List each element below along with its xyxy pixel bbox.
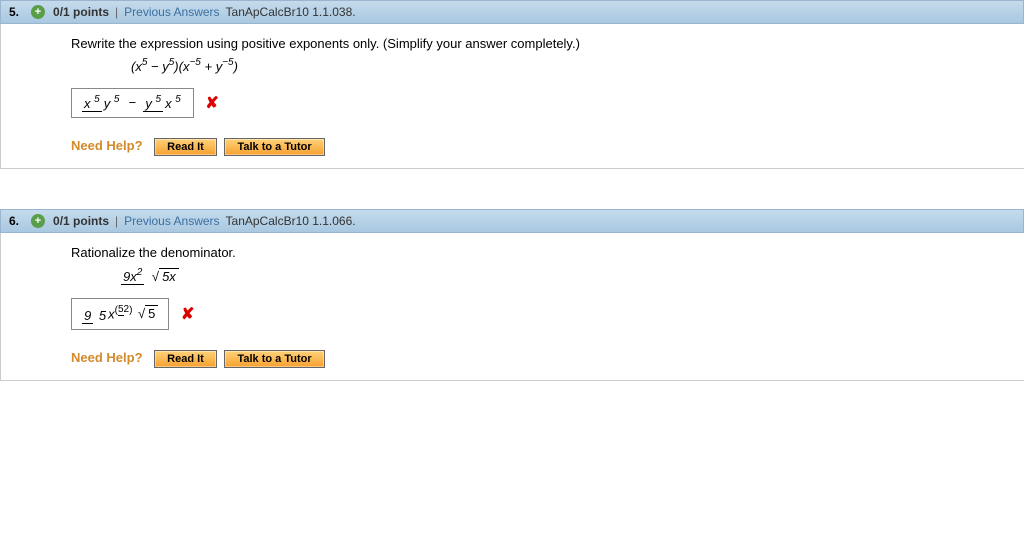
wrong-icon: ✘ xyxy=(181,306,194,323)
expression: (x5 − y5)(x−5 + y−5) xyxy=(131,59,974,74)
answer-box[interactable]: x 5y 5 − y 5x 5 xyxy=(71,88,194,118)
points-text: 0/1 points xyxy=(53,214,109,228)
talk-tutor-button[interactable]: Talk to a Tutor xyxy=(224,138,324,156)
need-help-label: Need Help? xyxy=(71,350,143,365)
separator: | xyxy=(115,214,118,228)
question-5: 5. + 0/1 points | Previous Answers TanAp… xyxy=(0,0,1024,169)
question-number: 5. xyxy=(9,5,19,19)
question-body: Rewrite the expression using positive ex… xyxy=(0,24,1024,169)
need-help-label: Need Help? xyxy=(71,138,143,153)
wrong-icon: ✘ xyxy=(205,95,218,112)
source-text: TanApCalcBr10 1.1.066. xyxy=(226,214,356,228)
expr-denominator: 5x xyxy=(148,269,181,284)
prompt-text: Rewrite the expression using positive ex… xyxy=(71,36,974,51)
expr-numerator: 9x2 xyxy=(121,269,144,285)
read-it-button[interactable]: Read It xyxy=(154,138,217,156)
question-body: Rationalize the denominator. 9x2 5x 9 5 … xyxy=(0,233,1024,380)
previous-answers-link[interactable]: Previous Answers xyxy=(124,214,219,228)
need-help-row: Need Help? Read It Talk to a Tutor xyxy=(71,138,974,156)
question-number: 6. xyxy=(9,214,19,228)
question-6: 6. + 0/1 points | Previous Answers TanAp… xyxy=(0,209,1024,380)
previous-answers-link[interactable]: Previous Answers xyxy=(124,5,219,19)
expand-icon[interactable]: + xyxy=(31,5,45,19)
answer-row: x 5y 5 − y 5x 5 ✘ xyxy=(71,88,974,118)
prompt-text: Rationalize the denominator. xyxy=(71,245,974,260)
talk-tutor-button[interactable]: Talk to a Tutor xyxy=(224,350,324,368)
expression: 9x2 5x xyxy=(121,268,974,284)
need-help-row: Need Help? Read It Talk to a Tutor xyxy=(71,350,974,368)
expand-icon[interactable]: + xyxy=(31,214,45,228)
points-text: 0/1 points xyxy=(53,5,109,19)
answer-box[interactable]: 9 5 x(52) 5 xyxy=(71,298,169,329)
separator: | xyxy=(115,5,118,19)
source-text: TanApCalcBr10 1.1.038. xyxy=(226,5,356,19)
question-header: 5. + 0/1 points | Previous Answers TanAp… xyxy=(0,0,1024,24)
read-it-button[interactable]: Read It xyxy=(154,350,217,368)
answer-row: 9 5 x(52) 5 ✘ xyxy=(71,298,974,329)
question-header: 6. + 0/1 points | Previous Answers TanAp… xyxy=(0,209,1024,233)
